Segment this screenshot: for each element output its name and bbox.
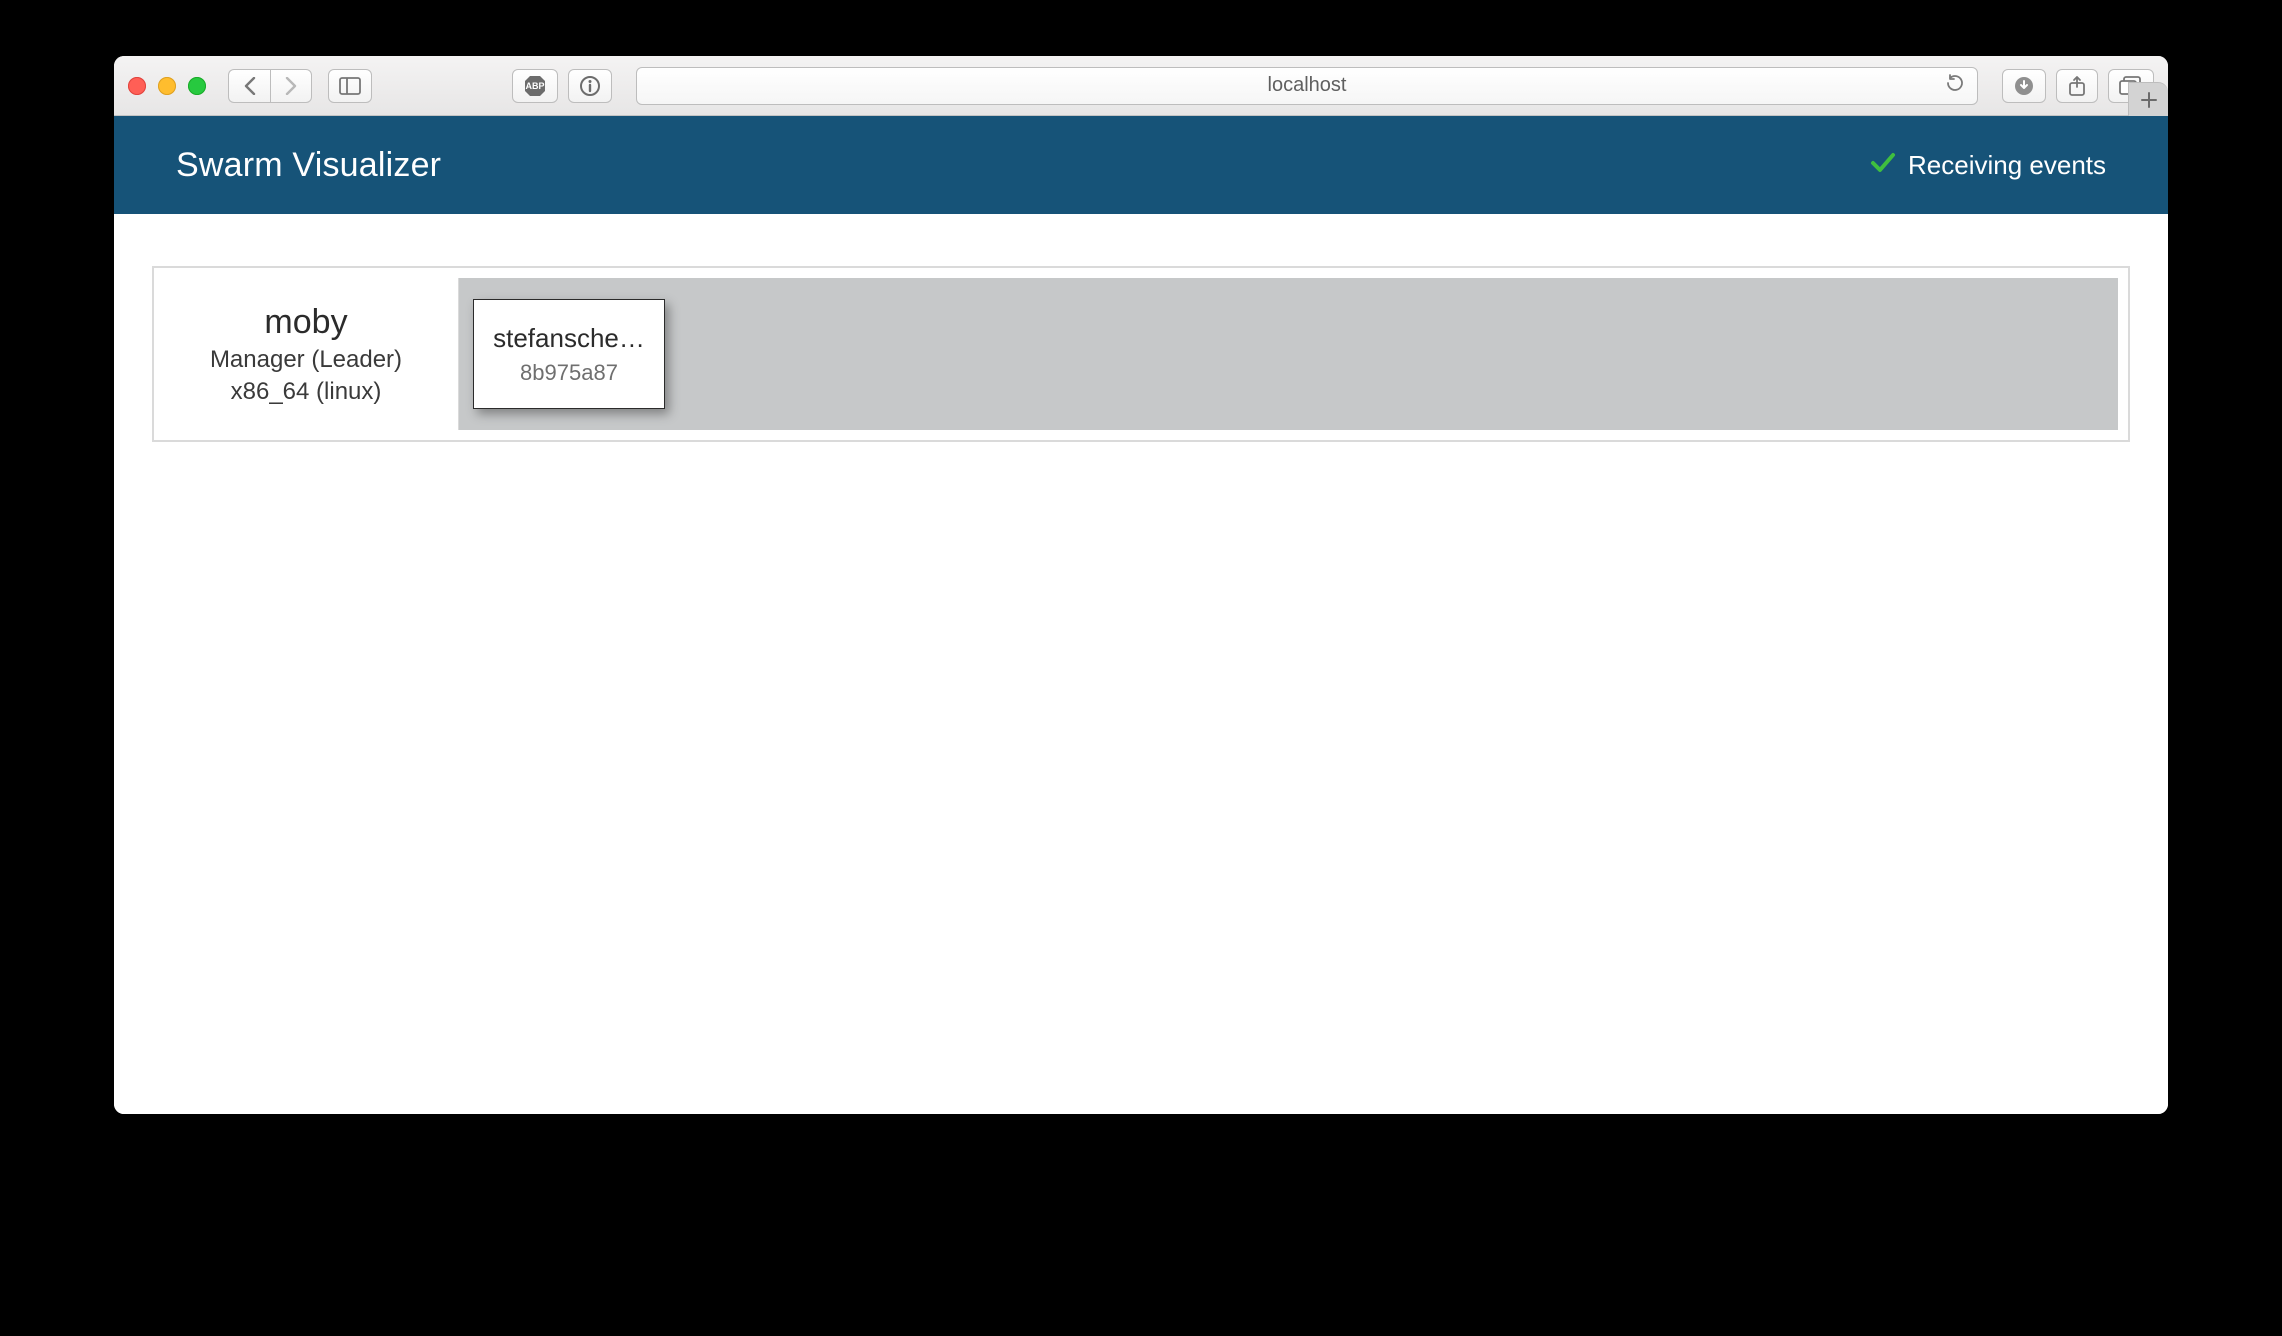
services-strip: stefansche… 8b975a87 [458,278,2118,430]
browser-window: ABP localhost [114,56,2168,1114]
service-id: 8b975a87 [520,360,618,386]
sidebar-toggle-button[interactable] [328,69,372,103]
reload-icon[interactable] [1945,73,1965,99]
node-name: moby [264,303,347,342]
downloads-button[interactable] [2002,69,2046,103]
node-arch: x86_64 (linux) [231,378,382,406]
new-tab-button[interactable] [2128,82,2168,116]
node-card: moby Manager (Leader) x86_64 (linux) ste… [152,266,2130,442]
back-button[interactable] [228,69,270,103]
connection-status: Receiving events [1870,149,2106,182]
check-icon [1870,149,1896,182]
node-role: Manager (Leader) [210,346,402,374]
svg-text:ABP: ABP [525,81,544,91]
browser-toolbar: ABP localhost [114,56,2168,116]
app-header: Swarm Visualizer Receiving events [114,116,2168,214]
forward-button[interactable] [270,69,312,103]
extension-button[interactable] [568,69,612,103]
adblock-extension-button[interactable]: ABP [512,69,558,103]
nav-buttons [228,69,312,103]
app-title: Swarm Visualizer [176,146,441,185]
service-name: stefansche… [493,323,645,354]
address-bar[interactable]: localhost [636,67,1978,105]
window-controls [128,77,206,95]
status-text: Receiving events [1908,150,2106,181]
minimize-window-button[interactable] [158,77,176,95]
service-tile[interactable]: stefansche… 8b975a87 [473,299,665,409]
page-viewport: Swarm Visualizer Receiving events moby M… [114,116,2168,1114]
main-content: moby Manager (Leader) x86_64 (linux) ste… [114,214,2168,494]
zoom-window-button[interactable] [188,77,206,95]
close-window-button[interactable] [128,77,146,95]
address-text: localhost [1268,74,1347,97]
share-button[interactable] [2056,69,2098,103]
node-info: moby Manager (Leader) x86_64 (linux) [154,268,458,440]
